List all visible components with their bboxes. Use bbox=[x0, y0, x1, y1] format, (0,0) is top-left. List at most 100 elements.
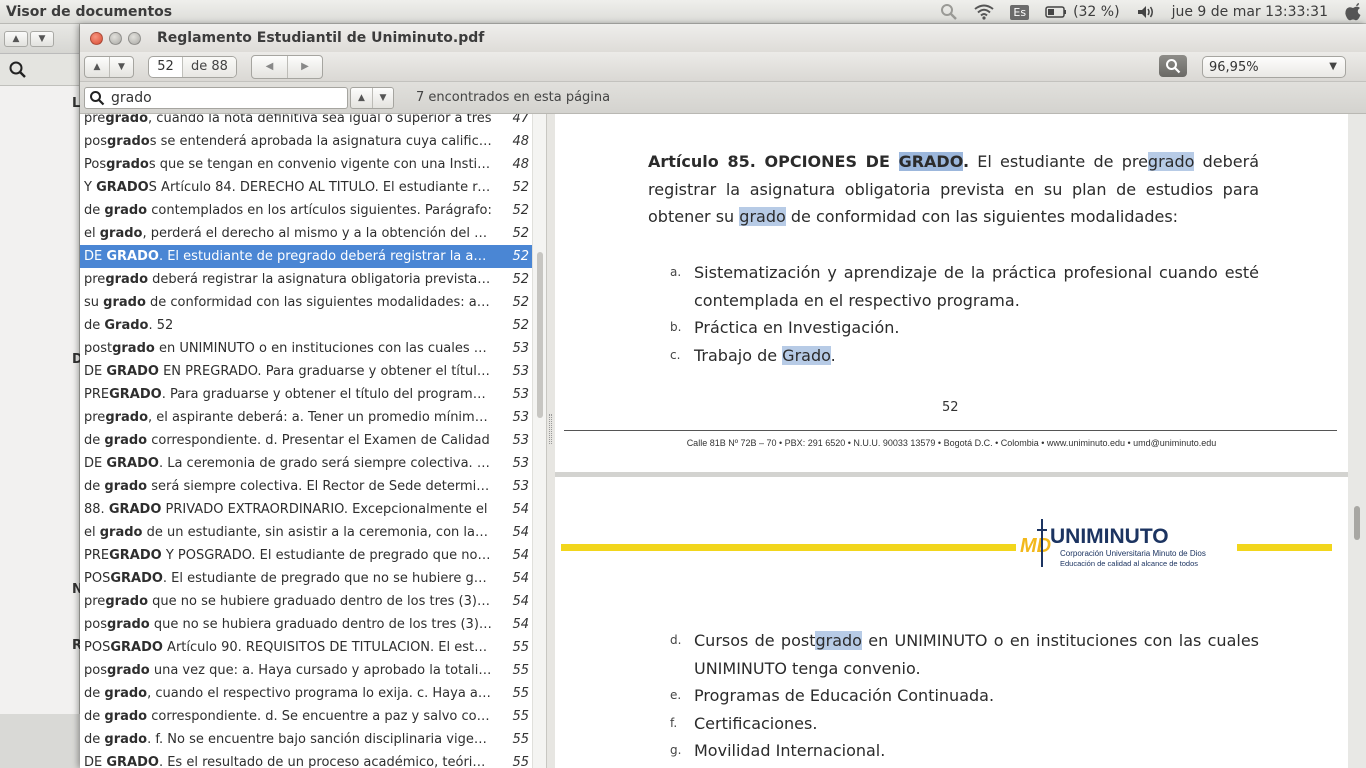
list-item-text: Certificaciones. bbox=[694, 713, 818, 733]
splitter-grip[interactable] bbox=[549, 414, 552, 444]
search-result-item[interactable]: POSGRADO. El estudiante de pregrado que … bbox=[80, 567, 532, 590]
search-result-page: 53 bbox=[512, 341, 529, 356]
search-result-item[interactable]: de grado. f. No se encuentre bajo sanció… bbox=[80, 728, 532, 751]
find-field[interactable] bbox=[84, 86, 348, 109]
find-results-list[interactable]: pregrado, cuando la nota definitiva sea … bbox=[80, 114, 547, 768]
session-gear-icon[interactable] bbox=[1344, 2, 1362, 22]
snippet-match: grado bbox=[104, 433, 148, 448]
zoom-select[interactable]: 96,95% ▼ bbox=[1202, 56, 1346, 78]
search-result-item[interactable]: de grado correspondiente. d. Se encuentr… bbox=[80, 705, 532, 728]
find-toggle-button[interactable] bbox=[1159, 55, 1187, 77]
search-result-snippet: postgrado en UNIMINUTO o en institucione… bbox=[80, 341, 492, 356]
page-footer: Calle 81B Nº 72B – 70 • PBX: 291 6520 • … bbox=[686, 438, 1217, 448]
app-name: Visor de documentos bbox=[6, 3, 173, 20]
search-result-item[interactable]: POSGRADO Artículo 90. REQUISITOS DE TITU… bbox=[80, 636, 532, 659]
search-result-snippet: Posgrados que se tengan en convenio vige… bbox=[80, 157, 492, 172]
results-scrollbar[interactable] bbox=[532, 114, 546, 768]
bg-prev-button[interactable]: ▲ bbox=[4, 30, 28, 47]
search-result-item[interactable]: de grado contemplados en los artículos s… bbox=[80, 199, 532, 222]
search-result-item[interactable]: de grado correspondiente. d. Presentar e… bbox=[80, 429, 532, 452]
search-result-item[interactable]: de Grado. 52 52 bbox=[80, 314, 532, 337]
search-result-item[interactable]: DE GRADO. La ceremonia de grado será sie… bbox=[80, 452, 532, 475]
snippet-text: pos bbox=[84, 663, 107, 678]
document-view[interactable]: Artículo 85. OPCIONES DE GRADO. El estud… bbox=[555, 114, 1366, 768]
search-result-item[interactable]: pregrado, cuando la nota definitiva sea … bbox=[80, 114, 532, 130]
search-result-page: 53 bbox=[512, 387, 529, 402]
volume-icon[interactable] bbox=[1136, 4, 1156, 20]
search-result-item[interactable]: su grado de conformidad con las siguient… bbox=[80, 291, 532, 314]
pdf-page-52: Artículo 85. OPCIONES DE GRADO. El estud… bbox=[555, 114, 1348, 472]
search-result-item[interactable]: PREGRADO Y POSGRADO. El estudiante de pr… bbox=[80, 544, 532, 567]
search-result-snippet: de grado, cuando el respectivo programa … bbox=[80, 686, 492, 701]
search-result-item[interactable]: Y GRADOS Artículo 84. DERECHO AL TÍTULO.… bbox=[80, 176, 532, 199]
search-result-item[interactable]: Posgrados que se tengan en convenio vige… bbox=[80, 153, 532, 176]
clock[interactable]: jue 9 de mar 13:33:31 bbox=[1172, 4, 1328, 20]
snippet-text: que no se hubiera graduado dentro de los… bbox=[149, 617, 492, 632]
window-maximize-button[interactable] bbox=[128, 31, 141, 45]
search-result-item[interactable]: pregrado deberá registrar la asignatura … bbox=[80, 268, 532, 291]
search-result-item[interactable]: el grado de un estudiante, sin asistir a… bbox=[80, 521, 532, 544]
search-result-item[interactable]: DE GRADO. Es el resultado de un proceso … bbox=[80, 751, 532, 768]
background-window-search[interactable] bbox=[0, 54, 79, 86]
bg-next-button[interactable]: ▼ bbox=[30, 30, 54, 47]
search-result-item[interactable]: posgrado una vez que: a. Haya cursado y … bbox=[80, 659, 532, 682]
next-page-button[interactable]: ▼ bbox=[109, 56, 133, 77]
snippet-match: grado bbox=[106, 134, 150, 149]
search-result-item[interactable]: de grado será siempre colectiva. El Rect… bbox=[80, 475, 532, 498]
search-result-item[interactable]: pregrado, el aspirante deberá: a. Tener … bbox=[80, 406, 532, 429]
search-result-item[interactable]: DE GRADO. El estudiante de pregrado debe… bbox=[80, 245, 532, 268]
search-result-snippet: de grado será siempre colectiva. El Rect… bbox=[80, 479, 492, 494]
search-result-item[interactable]: el grado, perderá el derecho al mismo y … bbox=[80, 222, 532, 245]
find-previous-button[interactable]: ▲ bbox=[351, 88, 372, 108]
snippet-match: grado bbox=[99, 226, 143, 241]
search-result-snippet: pregrado que no se hubiere graduado dent… bbox=[80, 594, 492, 609]
snippet-match: GRADO bbox=[109, 387, 162, 402]
keyboard-language-indicator[interactable]: Es bbox=[1010, 4, 1030, 20]
find-next-button[interactable]: ▼ bbox=[372, 87, 393, 108]
window-minimize-button[interactable] bbox=[109, 31, 122, 45]
snippet-text: correspondiente. d. Se encuentre a paz y… bbox=[147, 709, 492, 724]
snippet-text: DE bbox=[84, 456, 107, 471]
search-result-page: 52 bbox=[512, 295, 529, 310]
snippet-text: de bbox=[84, 479, 105, 494]
snippet-text: , perderá el derecho al mismo y a la obt… bbox=[142, 226, 492, 241]
background-window[interactable]: ▲ ▼ L D N R bbox=[0, 24, 83, 714]
pane-splitter[interactable] bbox=[547, 114, 555, 768]
article-body-text: El estudiante de pre bbox=[969, 152, 1148, 171]
window-titlebar[interactable]: Reglamento Estudiantil de Uniminuto.pdf bbox=[80, 24, 1366, 52]
snippet-text: de conformidad con las siguientes modali… bbox=[150, 295, 492, 310]
search-result-item[interactable]: DE GRADO EN PREGRADO. Para graduarse y o… bbox=[80, 360, 532, 383]
battery-indicator[interactable]: (32 %) bbox=[1045, 4, 1120, 20]
previous-page-button[interactable]: ▲ bbox=[85, 57, 109, 77]
list-item: a. Sistematización y aprendizaje de la p… bbox=[648, 259, 1259, 314]
snippet-match: grado bbox=[99, 525, 143, 540]
snippet-text: será siempre colectiva. El Rector de Sed… bbox=[147, 479, 492, 494]
search-result-item[interactable]: PREGRADO. Para graduarse y obtener el tí… bbox=[80, 383, 532, 406]
snippet-text: Pos bbox=[84, 157, 107, 172]
logo-tagline: Educación de calidad al alcance de todos bbox=[1060, 559, 1199, 568]
search-result-item[interactable]: posgrados se entenderá aprobada la asign… bbox=[80, 130, 532, 153]
options-list-page1: a. Sistematización y aprendizaje de la p… bbox=[648, 259, 1259, 369]
snippet-text: POS bbox=[84, 571, 111, 586]
document-scrollbar-thumb[interactable] bbox=[1354, 506, 1360, 540]
wifi-icon[interactable] bbox=[974, 4, 994, 20]
find-input[interactable] bbox=[111, 89, 341, 106]
search-result-item[interactable]: postgrado en UNIMINUTO o en institucione… bbox=[80, 337, 532, 360]
results-scrollbar-thumb[interactable] bbox=[537, 252, 543, 418]
search-result-snippet: pregrado, el aspirante deberá: a. Tener … bbox=[80, 410, 492, 425]
search-result-item[interactable]: pregrado que no se hubiere graduado dent… bbox=[80, 590, 532, 613]
back-button[interactable]: ◀ bbox=[252, 56, 287, 78]
search-result-snippet: POSGRADO Artículo 90. REQUISITOS DE TITU… bbox=[80, 640, 492, 655]
current-page-input[interactable]: 52 bbox=[149, 56, 183, 77]
search-result-item[interactable]: de grado, cuando el respectivo programa … bbox=[80, 682, 532, 705]
list-marker: e. bbox=[670, 688, 682, 702]
list-item: b. Práctica en Investigación. bbox=[648, 314, 1259, 342]
document-scrollbar[interactable] bbox=[1348, 114, 1366, 768]
forward-button[interactable]: ▶ bbox=[286, 55, 322, 78]
search-icon[interactable] bbox=[940, 3, 958, 21]
search-result-page: 53 bbox=[512, 364, 529, 379]
search-result-item[interactable]: posgrado que no se hubiera graduado dent… bbox=[80, 613, 532, 636]
search-result-item[interactable]: 88. GRADO PRIVADO EXTRAORDINARIO. Excepc… bbox=[80, 498, 532, 521]
snippet-match: grado bbox=[103, 295, 146, 310]
window-close-button[interactable] bbox=[90, 31, 103, 45]
